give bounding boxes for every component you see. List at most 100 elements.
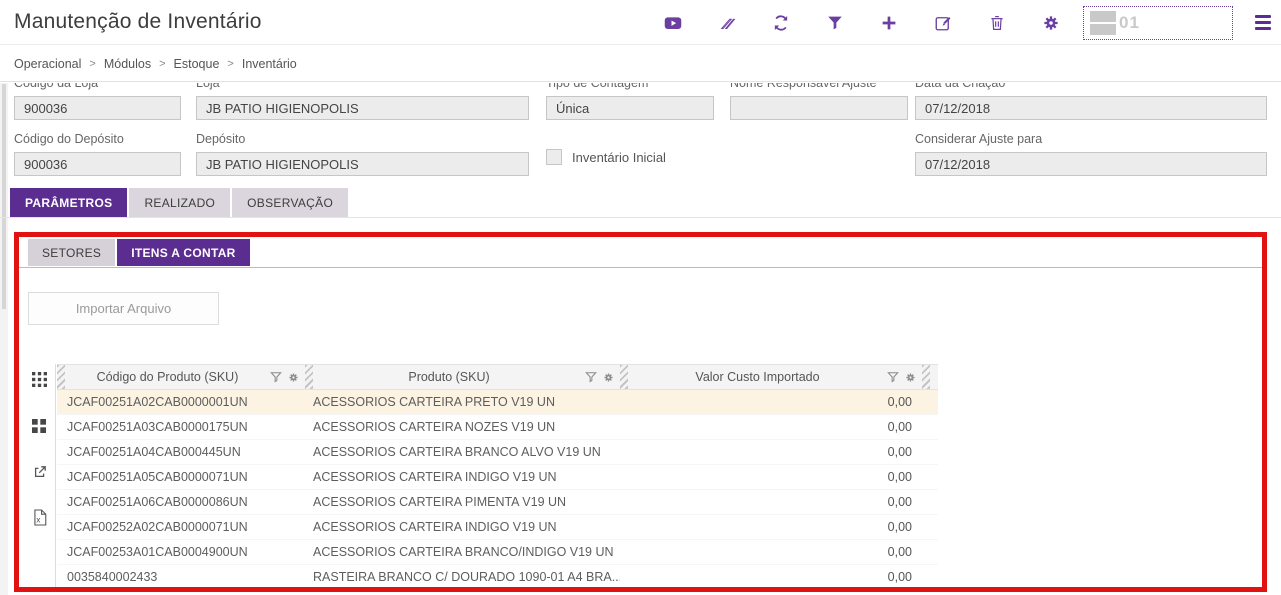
delete-button[interactable]: [987, 13, 1007, 33]
clear-button[interactable]: [717, 13, 737, 33]
cell-sku: 0035840002433: [57, 570, 305, 584]
cell-produto: ACESSORIOS CARTEIRA PRETO V19 UN: [305, 395, 620, 409]
inventario-inicial-label: Inventário Inicial: [572, 150, 666, 165]
inventario-inicial-checkbox[interactable]: [546, 149, 562, 165]
breadcrumb-separator: >: [89, 58, 95, 70]
field-considerar-ajuste: Considerar Ajuste para: [915, 130, 1267, 176]
inventory-maintenance-page: Manutenção de Inventário 01 Operacional …: [0, 0, 1281, 595]
cell-valor: 0,00: [620, 570, 930, 584]
filter-funnel-icon[interactable]: [887, 371, 899, 383]
considerar-ajuste-label: Considerar Ajuste para: [915, 132, 1042, 146]
deposito-input[interactable]: [196, 152, 529, 176]
tab-parametros[interactable]: PARÂMETROS: [10, 188, 127, 217]
table-row[interactable]: JCAF00252A02CAB0000071UN ACESSORIOS CART…: [57, 515, 938, 540]
grid-2x2-icon: [32, 419, 46, 433]
column-resize-handle[interactable]: [305, 365, 313, 389]
play-icon: [664, 14, 682, 32]
table-row[interactable]: JCAF00251A05CAB0000071UN ACESSORIOS CART…: [57, 465, 938, 490]
column-header-sku[interactable]: Código do Produto (SKU): [57, 365, 305, 389]
codigo-deposito-label: Código do Depósito: [14, 132, 124, 146]
cell-produto: ACESSORIOS CARTEIRA BRANCO ALVO V19 UN: [305, 445, 620, 459]
cell-sku: JCAF00251A04CAB000445UN: [57, 445, 305, 459]
codigo-deposito-input[interactable]: [14, 152, 181, 176]
menu-button[interactable]: [1255, 15, 1271, 30]
data-criacao-label: Data da Criação: [915, 83, 1267, 90]
run-button[interactable]: [663, 13, 683, 33]
column-resize-handle[interactable]: [57, 365, 65, 389]
breadcrumb-inventario[interactable]: Inventário: [242, 57, 297, 71]
field-codigo-loja: Código da Loja: [14, 83, 181, 120]
data-criacao-input[interactable]: [915, 96, 1267, 120]
svg-text:x: x: [36, 516, 41, 525]
grid-layout-button[interactable]: [32, 372, 47, 387]
edit-button[interactable]: [933, 13, 953, 33]
record-count-label: 01: [1119, 13, 1140, 33]
cell-sku: JCAF00251A06CAB0000086UN: [57, 495, 305, 509]
rail-divider: [55, 364, 56, 588]
breadcrumb-separator: >: [159, 58, 165, 70]
table-row[interactable]: JCAF00251A02CAB0000001UN ACESSORIOS CART…: [57, 390, 938, 415]
subtab-setores[interactable]: SETORES: [28, 239, 115, 266]
subtab-itens-a-contar[interactable]: ITENS A CONTAR: [117, 239, 249, 266]
column-resize-handle[interactable]: [922, 365, 930, 389]
breadcrumb: Operacional > Módulos > Estoque > Invent…: [0, 46, 1281, 82]
cell-sku: JCAF00251A03CAB0000175UN: [57, 420, 305, 434]
tipo-contagem-input[interactable]: [546, 96, 714, 120]
cell-valor: 0,00: [620, 470, 930, 484]
cell-valor: 0,00: [620, 545, 930, 559]
codigo-loja-input[interactable]: [14, 96, 181, 120]
grid-toolbar: x: [19, 364, 55, 588]
breadcrumb-operacional[interactable]: Operacional: [14, 57, 81, 71]
cell-sku: JCAF00251A02CAB0000001UN: [57, 395, 305, 409]
open-external-button[interactable]: [32, 464, 48, 480]
cell-valor: 0,00: [620, 420, 930, 434]
cell-sku: JCAF00253A01CAB0004900UN: [57, 545, 305, 559]
column-resize-handle[interactable]: [620, 365, 628, 389]
layers-icon: [1090, 11, 1116, 35]
record-count-badge[interactable]: 01: [1083, 6, 1233, 40]
breadcrumb-modulos[interactable]: Módulos: [104, 57, 151, 71]
table-row[interactable]: JCAF00251A06CAB0000086UN ACESSORIOS CART…: [57, 490, 938, 515]
field-tipo-contagem: Tipo de Contagem: [546, 83, 714, 120]
eraser-icon: [718, 14, 736, 32]
table-row[interactable]: JCAF00251A03CAB0000175UN ACESSORIOS CART…: [57, 415, 938, 440]
loja-input[interactable]: [196, 96, 529, 120]
cell-produto: ACESSORIOS CARTEIRA INDIGO V19 UN: [305, 470, 620, 484]
column-settings-icon[interactable]: [603, 372, 614, 383]
toolbar: 01: [629, 0, 1271, 45]
tab-observacao[interactable]: OBSERVAÇÃO: [232, 188, 348, 217]
column-header-valor[interactable]: Valor Custo Importado: [620, 365, 922, 389]
refresh-button[interactable]: [771, 13, 791, 33]
edit-icon: [934, 14, 952, 32]
tab-realizado[interactable]: REALIZADO: [129, 188, 230, 217]
filter-funnel-icon[interactable]: [270, 371, 282, 383]
hamburger-icon: [1255, 15, 1271, 30]
filter-button[interactable]: [825, 13, 845, 33]
breadcrumb-estoque[interactable]: Estoque: [174, 57, 220, 71]
table-row[interactable]: 0035840002433 RASTEIRA BRANCO C/ DOURADO…: [57, 565, 938, 590]
inventory-form: Código da Loja Loja Tipo de Contagem Nom…: [0, 83, 1281, 187]
importar-arquivo-button[interactable]: Importar Arquivo: [28, 292, 219, 325]
page-title: Manutenção de Inventário: [14, 10, 262, 34]
parametros-panel: SETORES ITENS A CONTAR Importar Arquivo …: [14, 232, 1267, 592]
settings-button[interactable]: [1041, 13, 1061, 33]
field-inventario-inicial: Inventário Inicial: [546, 149, 666, 165]
cell-valor: 0,00: [620, 495, 930, 509]
table-row[interactable]: JCAF00251A04CAB000445UN ACESSORIOS CARTE…: [57, 440, 938, 465]
column-header-produto[interactable]: Produto (SKU): [305, 365, 620, 389]
external-link-icon: [32, 464, 48, 480]
nome-responsavel-input[interactable]: [730, 96, 908, 120]
field-nome-responsavel: Nome Responsável Ajuste: [730, 83, 908, 120]
export-excel-button[interactable]: x: [32, 509, 47, 526]
considerar-ajuste-input[interactable]: [915, 152, 1267, 176]
card-view-button[interactable]: [32, 419, 46, 433]
table-row[interactable]: JCAF00253A01CAB0004900UN ACESSORIOS CART…: [57, 540, 938, 565]
field-deposito: Depósito: [196, 130, 529, 176]
cell-sku: JCAF00252A02CAB0000071UN: [57, 520, 305, 534]
cell-produto: ACESSORIOS CARTEIRA NOZES V19 UN: [305, 420, 620, 434]
filter-funnel-icon[interactable]: [585, 371, 597, 383]
subtabs-divider: [19, 267, 1262, 268]
column-settings-icon[interactable]: [905, 372, 916, 383]
column-settings-icon[interactable]: [288, 372, 299, 383]
add-button[interactable]: [879, 13, 899, 33]
